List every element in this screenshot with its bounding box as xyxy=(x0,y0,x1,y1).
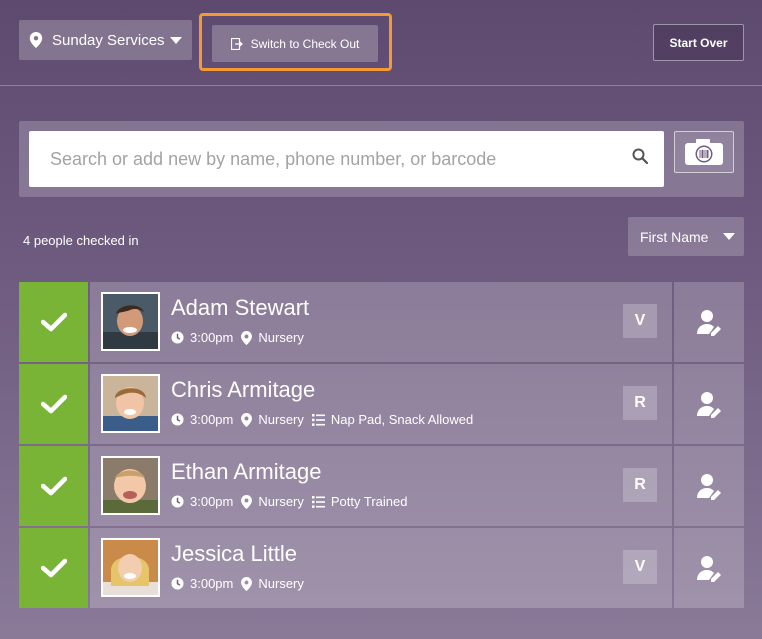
room-name: Nursery xyxy=(258,576,304,591)
search-input[interactable] xyxy=(29,131,664,187)
room-name: Nursery xyxy=(258,494,304,509)
location-label: Sunday Services xyxy=(52,31,165,49)
checkmark-icon xyxy=(40,476,67,496)
person-meta: 3:00pm Nursery xyxy=(171,330,304,345)
room-name: Nursery xyxy=(258,330,304,345)
location-pin-icon xyxy=(241,494,253,509)
top-bar: Sunday Services Switch to Check Out Star… xyxy=(0,0,762,86)
avatar xyxy=(101,538,160,597)
check-out-icon xyxy=(230,37,243,50)
switch-highlight: Switch to Check Out xyxy=(199,13,392,71)
avatar xyxy=(101,456,160,515)
switch-label: Switch to Check Out xyxy=(250,36,360,51)
start-over-button[interactable]: Start Over xyxy=(653,24,744,61)
checked-in-toggle[interactable] xyxy=(19,528,88,608)
checkin-time: 3:00pm xyxy=(190,330,234,345)
person-name: Jessica Little xyxy=(171,541,297,566)
clock-icon xyxy=(171,577,184,590)
location-pin-icon xyxy=(241,412,253,427)
checkin-time: 3:00pm xyxy=(190,412,234,427)
clock-icon xyxy=(171,331,184,344)
checkmark-icon xyxy=(40,394,67,414)
clock-icon xyxy=(171,495,184,508)
checked-in-toggle[interactable] xyxy=(19,446,88,526)
person-notes: Potty Trained xyxy=(330,494,408,509)
checkin-time: 3:00pm xyxy=(190,576,234,591)
person-profile-button[interactable] xyxy=(674,364,744,444)
checked-in-toggle[interactable] xyxy=(19,282,88,362)
person-name: Adam Stewart xyxy=(171,295,310,320)
person-row: Jessica Little 3:00pm Nursery V xyxy=(19,528,744,608)
checkin-time: 3:00pm xyxy=(190,494,234,509)
chevron-down-icon xyxy=(170,36,182,44)
person-card[interactable]: Jessica Little 3:00pm Nursery V xyxy=(90,528,672,608)
sort-select[interactable]: First Name xyxy=(628,217,744,256)
person-card[interactable]: Ethan Armitage 3:00pm Nursery Potty Trai… xyxy=(90,446,672,526)
person-type-badge: R xyxy=(623,468,657,502)
user-edit-icon xyxy=(697,392,721,418)
checked-in-count: 4 people checked in xyxy=(23,233,139,248)
location-pin-icon xyxy=(29,32,43,48)
checkmark-icon xyxy=(40,312,67,332)
checked-in-toggle[interactable] xyxy=(19,364,88,444)
user-edit-icon xyxy=(697,556,721,582)
person-notes: Nap Pad, Snack Allowed xyxy=(330,412,474,427)
avatar xyxy=(101,292,160,351)
chevron-down-icon xyxy=(723,233,735,240)
person-card[interactable]: Adam Stewart 3:00pm Nursery V xyxy=(90,282,672,362)
person-name: Ethan Armitage xyxy=(171,459,322,484)
person-type-badge: R xyxy=(623,386,657,420)
person-profile-button[interactable] xyxy=(674,446,744,526)
switch-to-check-out-button[interactable]: Switch to Check Out xyxy=(212,25,378,62)
location-pin-icon xyxy=(241,576,253,591)
room-name: Nursery xyxy=(258,412,304,427)
user-edit-icon xyxy=(697,474,721,500)
person-meta: 3:00pm Nursery xyxy=(171,576,304,591)
list-icon xyxy=(311,413,325,426)
person-row: Ethan Armitage 3:00pm Nursery Potty Trai… xyxy=(19,446,744,526)
sort-label: First Name xyxy=(640,228,709,245)
person-card[interactable]: Chris Armitage 3:00pm Nursery Nap Pad, S… xyxy=(90,364,672,444)
user-edit-icon xyxy=(697,310,721,336)
camera-barcode-icon xyxy=(685,139,723,165)
person-meta: 3:00pm Nursery Potty Trained xyxy=(171,494,408,509)
person-row: Adam Stewart 3:00pm Nursery V xyxy=(19,282,744,362)
barcode-camera-button[interactable] xyxy=(674,131,734,173)
person-type-badge: V xyxy=(623,550,657,584)
location-pin-icon xyxy=(241,330,253,345)
checkmark-icon xyxy=(40,558,67,578)
clock-icon xyxy=(171,413,184,426)
person-type-badge: V xyxy=(623,304,657,338)
person-row: Chris Armitage 3:00pm Nursery Nap Pad, S… xyxy=(19,364,744,444)
person-profile-button[interactable] xyxy=(674,528,744,608)
search-panel xyxy=(19,121,744,197)
person-meta: 3:00pm Nursery Nap Pad, Snack Allowed xyxy=(171,412,473,427)
person-name: Chris Armitage xyxy=(171,377,316,402)
list-icon xyxy=(311,495,325,508)
avatar xyxy=(101,374,160,433)
people-list: Adam Stewart 3:00pm Nursery V Chris Armi… xyxy=(19,282,744,610)
location-select[interactable]: Sunday Services xyxy=(19,20,192,60)
person-profile-button[interactable] xyxy=(674,282,744,362)
search-icon[interactable] xyxy=(632,148,648,164)
